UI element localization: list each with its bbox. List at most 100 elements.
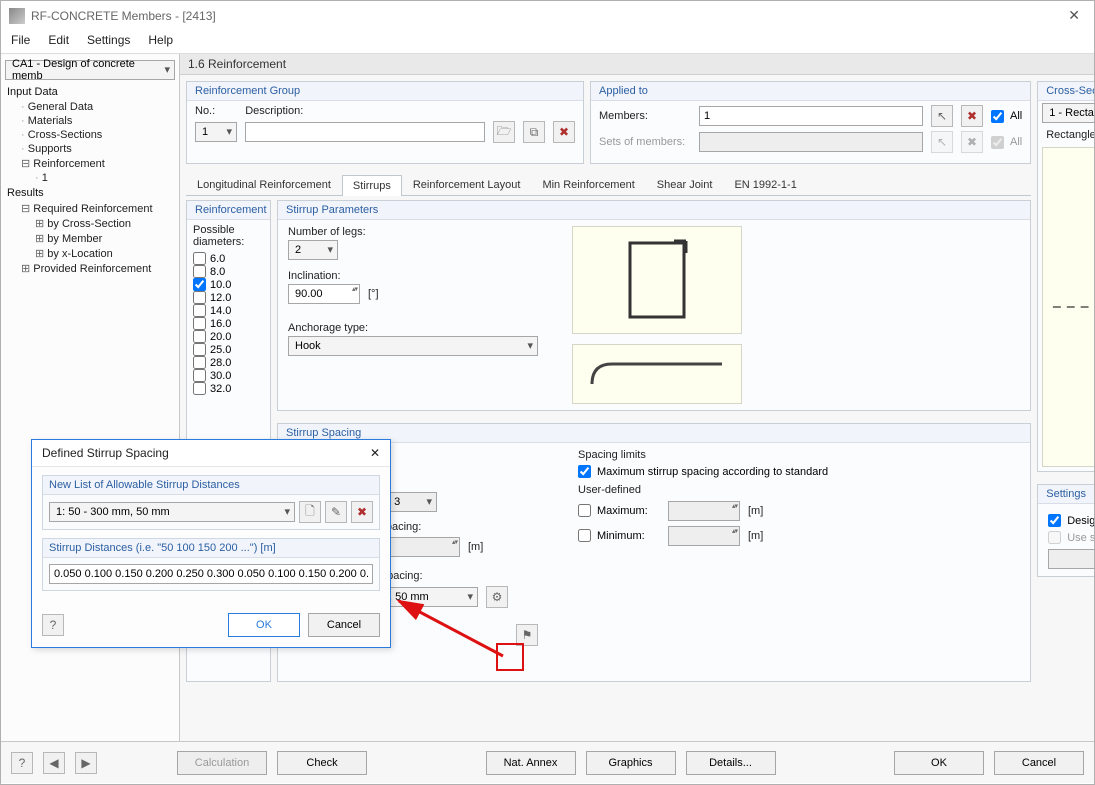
check-button[interactable]: Check <box>277 751 367 775</box>
all-members-checkbox[interactable]: All <box>991 110 1022 123</box>
members-input[interactable] <box>699 106 923 126</box>
sets-label: Sets of members: <box>599 136 691 148</box>
max-standard-checkbox[interactable]: Maximum stirrup spacing according to sta… <box>578 465 1020 478</box>
min-checkbox[interactable]: Minimum: <box>578 529 660 542</box>
diameter-10.0[interactable]: 10.0 <box>193 278 264 291</box>
tree-req-cs[interactable]: by Cross-Section <box>35 216 173 231</box>
dlg-distances-input[interactable] <box>49 564 373 584</box>
tree-supports[interactable]: Supports <box>21 142 173 156</box>
rg-no-combo[interactable]: 1 <box>195 122 237 142</box>
dlg-g2-title: Stirrup Distances (i.e. "50 100 150 200 … <box>43 539 379 558</box>
tabstrip: Longitudinal Reinforcement Stirrups Rein… <box>186 174 1031 196</box>
userdef-label: User-defined <box>578 484 1020 496</box>
cs-preview: z y [mm] <box>1042 147 1095 467</box>
nat-annex-button[interactable]: Nat. Annex <box>486 751 576 775</box>
dlg-ok-button[interactable]: OK <box>228 613 300 637</box>
diameter-30.0[interactable]: 30.0 <box>193 369 264 382</box>
dlg-new-icon[interactable]: 🗋 <box>299 501 321 523</box>
tree-provided[interactable]: Provided Reinforcement <box>21 261 173 276</box>
tab-shear[interactable]: Shear Joint <box>646 174 724 195</box>
tree-cross-sections[interactable]: Cross-Sections <box>21 128 173 142</box>
diameter-25.0[interactable]: 25.0 <box>193 343 264 356</box>
applied-title: Applied to <box>591 82 1030 101</box>
help-icon[interactable]: ? <box>11 752 33 774</box>
window-title: RF-CONCRETE Members - [2413] <box>31 9 216 23</box>
dlg-rename-icon[interactable]: ✎ <box>325 501 347 523</box>
zone-spinner <box>388 537 460 557</box>
annotation-arrow <box>393 591 513 661</box>
close-icon[interactable]: ✕ <box>1068 7 1080 24</box>
dlg-allowable-combo[interactable]: 1: 50 - 300 mm, 50 mm <box>49 502 295 522</box>
cancel-button[interactable]: Cancel <box>994 751 1084 775</box>
clear-icon[interactable]: ✖ <box>961 105 983 127</box>
delete-icon[interactable]: ✖ <box>553 121 575 143</box>
app-icon <box>9 8 25 24</box>
max-unit: [m] <box>748 505 763 517</box>
sp-title: Stirrup Parameters <box>278 201 1030 220</box>
dlg-help-icon[interactable]: ? <box>42 614 64 636</box>
diameter-14.0[interactable]: 14.0 <box>193 304 264 317</box>
incl-spinner[interactable]: 90.00 <box>288 284 360 304</box>
diameter-16.0[interactable]: 16.0 <box>193 317 264 330</box>
tree-general-data[interactable]: General Data <box>21 100 173 114</box>
folder-icon[interactable]: 🗁 <box>493 121 515 143</box>
tree-reinforcement[interactable]: Reinforcement <box>21 156 173 171</box>
tab-min[interactable]: Min Reinforcement <box>531 174 645 195</box>
all-sets-checkbox: All <box>991 136 1022 149</box>
tree-req-xloc[interactable]: by x-Location <box>35 246 173 261</box>
incl-unit: [°] <box>368 288 379 300</box>
ok-button[interactable]: OK <box>894 751 984 775</box>
tree-input-data[interactable]: Input Data <box>7 86 173 98</box>
reinf-title: Reinforcement <box>187 201 270 220</box>
dlg-cancel-button[interactable]: Cancel <box>308 613 380 637</box>
next-icon[interactable]: ▶ <box>75 752 97 774</box>
case-combo[interactable]: CA1 - Design of concrete memb <box>5 60 175 80</box>
settings-box: Settings Design the provided reinforceme… <box>1037 484 1095 577</box>
min-spinner <box>668 526 740 546</box>
use-saved-checkbox: Use saved reinforcement results: <box>1048 531 1095 544</box>
cs-label: Rectangle 250/500 <box>1038 129 1095 143</box>
tree-req-member[interactable]: by Member <box>35 231 173 246</box>
menu-file[interactable]: File <box>11 33 30 47</box>
diameter-12.0[interactable]: 12.0 <box>193 291 264 304</box>
stirrup-parameters: Stirrup Parameters Number of legs: 2 Inc… <box>277 200 1031 411</box>
pick-icon[interactable]: ↖ <box>931 105 953 127</box>
dlg-delete-icon[interactable]: ✖ <box>351 501 373 523</box>
cs-combo[interactable]: 1 - Rectangle 250/500 <box>1042 103 1095 123</box>
dialog-close-icon[interactable]: ✕ <box>370 446 380 460</box>
graphics-button[interactable]: Graphics <box>586 751 676 775</box>
tree-materials[interactable]: Materials <box>21 114 173 128</box>
titlebar: RF-CONCRETE Members - [2413] ✕ <box>1 1 1094 31</box>
tab-longitudinal[interactable]: Longitudinal Reinforcement <box>186 174 342 195</box>
legs-label: Number of legs: <box>288 226 558 238</box>
copy-icon[interactable]: ⧉ <box>523 121 545 143</box>
diameter-28.0[interactable]: 28.0 <box>193 356 264 369</box>
tree-required[interactable]: Required Reinforcement <box>21 201 173 216</box>
tab-en1992[interactable]: EN 1992-1-1 <box>723 174 807 195</box>
tree-results[interactable]: Results <box>7 187 173 199</box>
menu-edit[interactable]: Edit <box>48 33 69 47</box>
hook-shape-preview <box>572 344 742 404</box>
dlg-group-distances: Stirrup Distances (i.e. "50 100 150 200 … <box>42 538 380 591</box>
rg-desc-input[interactable] <box>245 122 485 142</box>
details-button[interactable]: Details... <box>686 751 776 775</box>
possible-diameters-label: Possible diameters: <box>193 224 264 248</box>
settings-title: Settings <box>1038 485 1095 504</box>
reinforcement-group-box: Reinforcement Group No.: Description: 1 <box>186 81 584 164</box>
diameter-8.0[interactable]: 8.0 <box>193 265 264 278</box>
design-provided-checkbox[interactable]: Design the provided reinforcement <box>1048 514 1095 527</box>
anch-combo[interactable]: Hook <box>288 336 538 356</box>
min-unit: [m] <box>748 530 763 542</box>
diameter-20.0[interactable]: 20.0 <box>193 330 264 343</box>
max-checkbox[interactable]: Maximum: <box>578 504 660 517</box>
diameter-32.0[interactable]: 32.0 <box>193 382 264 395</box>
prev-icon[interactable]: ◀ <box>43 752 65 774</box>
menu-settings[interactable]: Settings <box>87 33 130 47</box>
tab-stirrups[interactable]: Stirrups <box>342 175 402 196</box>
tab-layout[interactable]: Reinforcement Layout <box>402 174 532 195</box>
tree-reinforcement-1[interactable]: 1 <box>35 171 173 185</box>
legs-combo[interactable]: 2 <box>288 240 338 260</box>
diameter-6.0[interactable]: 6.0 <box>193 252 264 265</box>
menu-help[interactable]: Help <box>148 33 173 47</box>
spacing-limits-label: Spacing limits <box>578 449 1020 461</box>
